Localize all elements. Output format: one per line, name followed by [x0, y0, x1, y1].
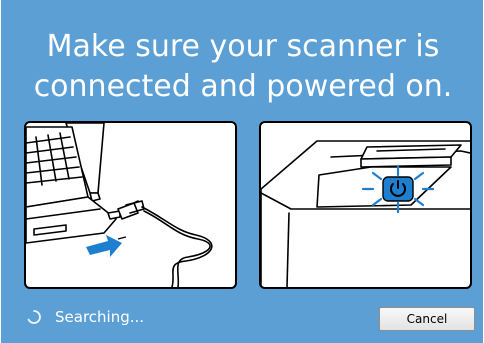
instruction-line-1: Make sure your scanner is [46, 29, 440, 64]
laptop-usb-illustration [24, 121, 237, 289]
status-area: Searching... [27, 307, 144, 327]
spinner-icon [27, 310, 41, 324]
status-text: Searching... [55, 308, 145, 326]
instruction-line-2: connected and powered on. [33, 69, 453, 104]
laptop-usb-connection-icon [26, 123, 213, 287]
scanner-power-illustration [259, 121, 472, 289]
scanner-power-button-icon [261, 140, 470, 287]
cancel-button[interactable]: Cancel [379, 307, 475, 331]
scanner-connect-dialog: Make sure your scanner is connected and … [0, 0, 484, 343]
